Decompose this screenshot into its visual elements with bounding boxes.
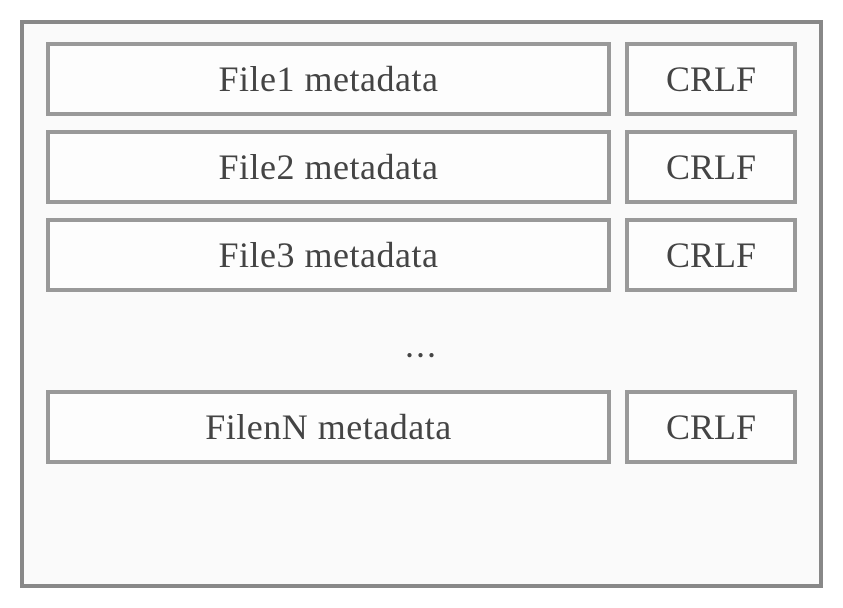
metadata-row: File3 metadata CRLF bbox=[46, 218, 797, 292]
file-metadata-cell: File2 metadata bbox=[46, 130, 611, 204]
metadata-row: FilenN metadata CRLF bbox=[46, 390, 797, 464]
file-metadata-cell: File1 metadata bbox=[46, 42, 611, 116]
metadata-row: File2 metadata CRLF bbox=[46, 130, 797, 204]
ellipsis: ... bbox=[46, 306, 797, 376]
file-metadata-structure: File1 metadata CRLF File2 metadata CRLF … bbox=[20, 20, 823, 588]
crlf-cell: CRLF bbox=[625, 390, 797, 464]
crlf-cell: CRLF bbox=[625, 218, 797, 292]
file-metadata-cell: File3 metadata bbox=[46, 218, 611, 292]
crlf-cell: CRLF bbox=[625, 42, 797, 116]
file-metadata-cell: FilenN metadata bbox=[46, 390, 611, 464]
crlf-cell: CRLF bbox=[625, 130, 797, 204]
metadata-row: File1 metadata CRLF bbox=[46, 42, 797, 116]
